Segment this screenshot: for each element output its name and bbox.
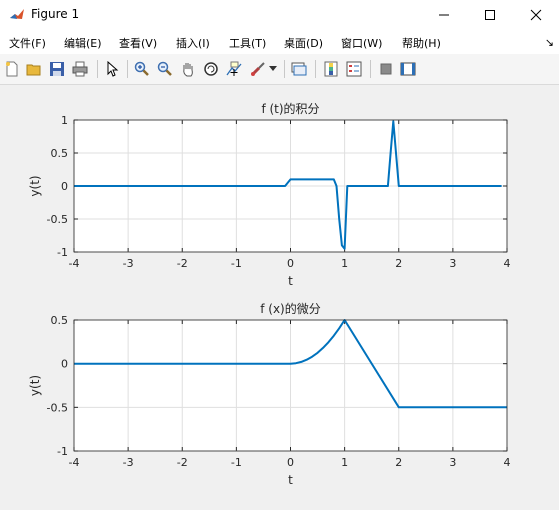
x-tick-label: -1 [231, 257, 242, 270]
menu-insert[interactable]: 插入(I) [176, 35, 210, 51]
figure-canvas: -4 -3 -2 -1 0 1 2 3 4 1 0.5 0 -0.5 -1 f (t)的积分 t y(t) -4-… [0, 85, 559, 506]
window-title: Figure 1 [31, 7, 80, 21]
data-cursor-icon[interactable] [225, 60, 243, 78]
axes-title: f (t)的积分 [261, 101, 319, 116]
axes-title: f (x)的微分 [260, 301, 321, 316]
new-figure-icon[interactable] [3, 60, 21, 78]
x-tick-label: 3 [449, 257, 456, 270]
dock-arrow-icon[interactable]: ↘ [545, 36, 554, 49]
x-axis-label: t [288, 274, 293, 288]
x-tick-label: -3 [123, 257, 134, 270]
title-bar: Figure 1 [0, 0, 559, 30]
toolbar-separator [315, 60, 316, 78]
print-icon[interactable] [71, 60, 89, 78]
x-tick-label: 0 [287, 456, 294, 469]
save-icon[interactable] [48, 60, 66, 78]
x-tick-label: 4 [504, 257, 511, 270]
y-tick-label: 0.5 [51, 147, 69, 160]
x-tick-label: -2 [177, 257, 188, 270]
x-tick-label: -4 [69, 456, 80, 469]
x-tick-label: 2 [395, 257, 402, 270]
y-axis-label: y(t) [28, 175, 42, 196]
x-tick-label: -2 [177, 456, 188, 469]
menu-window[interactable]: 窗口(W) [341, 35, 382, 51]
menu-view[interactable]: 查看(V) [119, 35, 157, 51]
minimize-button[interactable] [421, 0, 467, 30]
menu-bar: 文件(F) 编辑(E) 查看(V) 插入(I) 工具(T) 桌面(D) 窗口(W… [0, 30, 559, 54]
brush-dropdown-icon[interactable] [268, 60, 278, 78]
axes-1: -4 -3 -2 -1 0 1 2 3 4 1 0.5 0 -0.5 -1 f (t)的积分 t y(t) [28, 101, 511, 288]
y-axis-label: y(t) [28, 375, 42, 396]
brush-icon[interactable] [249, 60, 267, 78]
y-tick-label: -0.5 [47, 213, 68, 226]
menu-tools[interactable]: 工具(T) [229, 35, 266, 51]
menu-edit[interactable]: 编辑(E) [64, 35, 102, 51]
x-tick-label: 1 [341, 257, 348, 270]
y-tick-label: -1 [57, 246, 68, 259]
x-tick-label: 1 [341, 456, 348, 469]
insert-legend-icon[interactable] [345, 60, 363, 78]
rotate-3d-icon[interactable] [202, 60, 220, 78]
insert-colorbar-icon[interactable] [322, 60, 340, 78]
maximize-icon [485, 10, 495, 20]
x-tick-label: 0 [287, 257, 294, 270]
x-tick-label: -1 [231, 456, 242, 469]
toolbar-separator [284, 60, 285, 78]
minimize-icon [439, 14, 449, 16]
x-tick-label: -4 [69, 257, 80, 270]
toolbar-separator [370, 60, 371, 78]
plot-canvas: -4 -3 -2 -1 0 1 2 3 410.50-0.5-1f (t)的积分ty(t)-4-… [28, 101, 511, 487]
y-tick-label: -1 [57, 445, 68, 458]
link-plot-icon[interactable] [290, 60, 308, 78]
toolbar-separator [97, 60, 98, 78]
x-tick-label: -3 [123, 456, 134, 469]
zoom-out-icon[interactable] [156, 60, 174, 78]
y-tick-label: -0.5 [47, 401, 68, 414]
pan-icon[interactable] [179, 60, 197, 78]
zoom-in-icon[interactable] [133, 60, 151, 78]
y-tick-label: 0 [61, 358, 68, 371]
x-tick-label: 2 [395, 456, 402, 469]
x-tick-label: 4 [504, 456, 511, 469]
close-icon [530, 9, 542, 21]
pointer-icon[interactable] [103, 60, 121, 78]
figure-toolbar [0, 54, 559, 85]
axes-2: -4 -3 -2 -1 0 1 2 3 4 0.5 0 -0.5 -1 f (x)的微分 t y(t) [28, 301, 511, 487]
y-tick-label: 0 [61, 180, 68, 193]
open-icon[interactable] [25, 60, 43, 78]
close-button[interactable] [513, 0, 559, 30]
x-axis-label: t [288, 473, 293, 487]
x-tick-label: 3 [449, 456, 456, 469]
y-tick-label: 1 [61, 114, 68, 127]
menu-help[interactable]: 帮助(H) [402, 35, 441, 51]
toolbar-separator [127, 60, 128, 78]
maximize-button[interactable] [467, 0, 513, 30]
matlab-logo-icon [9, 7, 25, 23]
menu-desktop[interactable]: 桌面(D) [284, 35, 323, 51]
y-tick-label: 0.5 [51, 314, 69, 327]
menu-file[interactable]: 文件(F) [9, 35, 46, 51]
hide-plot-tools-icon[interactable] [377, 60, 395, 78]
show-plot-tools-icon[interactable] [399, 60, 417, 78]
